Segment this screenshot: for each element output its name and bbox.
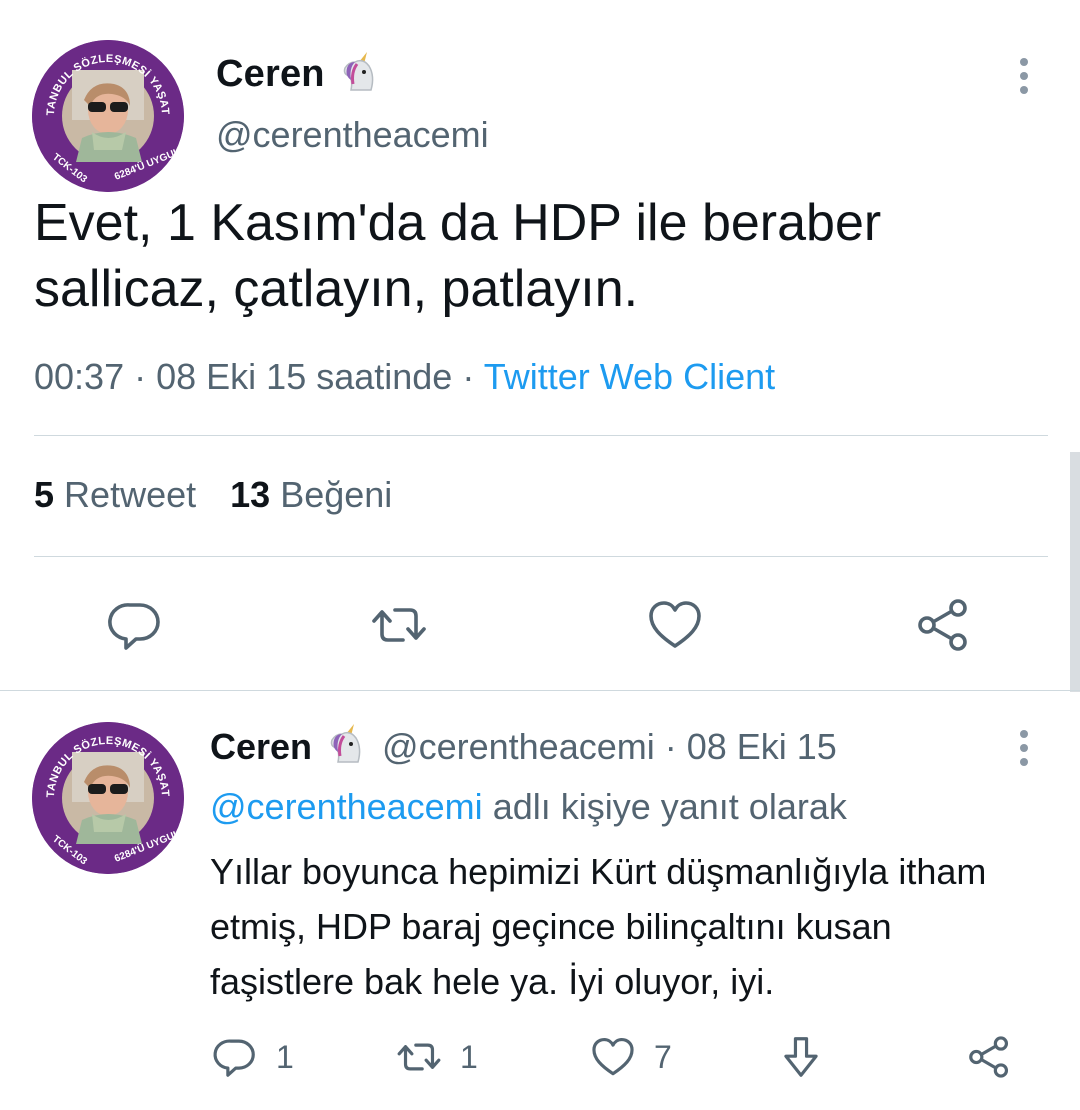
reply-button[interactable] xyxy=(106,596,164,654)
unicorn-icon xyxy=(337,50,381,99)
retweet-button[interactable] xyxy=(370,596,428,654)
reply-handle-date: @cerentheacemi · 08 Eki 15 xyxy=(382,725,837,767)
tweet-text: Evet, 1 Kasım'da da HDP ile beraber sall… xyxy=(34,194,882,318)
heart-icon xyxy=(592,1037,634,1076)
reply-download-button[interactable] xyxy=(778,1034,824,1080)
tweet-stats: 5 Retweet 13 Beğeni xyxy=(34,474,392,516)
reply-to-label: adlı kişiye yanıt olarak xyxy=(492,786,847,827)
reply-author-name[interactable]: Ceren xyxy=(210,726,312,768)
reply-to-mention[interactable]: @cerentheacemi xyxy=(210,786,483,827)
author-handle[interactable]: @cerentheacemi xyxy=(216,114,489,156)
share-icon xyxy=(918,599,967,651)
retweet-stat[interactable]: 5 Retweet xyxy=(34,474,196,515)
unicorn-icon xyxy=(324,722,368,771)
download-icon xyxy=(784,1037,818,1077)
reply-retweet-button[interactable]: 1 xyxy=(396,1034,478,1080)
retweet-icon xyxy=(397,1043,441,1071)
reply-handle[interactable]: @cerentheacemi xyxy=(382,726,655,767)
meta-dot: · xyxy=(134,356,157,397)
retweet-label: Retweet xyxy=(64,474,197,515)
author-row: Ceren xyxy=(216,50,381,99)
divider xyxy=(34,556,1048,557)
replying-to: @cerentheacemi adlı kişiye yanıt olarak xyxy=(210,786,847,828)
reply-avatar[interactable]: İSTANBUL SÖZLEŞMESİ YAŞATIR TCK-103 6284… xyxy=(32,722,184,874)
main-tweet: İSTANBUL SÖZLEŞMESİ YAŞATIR TCK-103 6284… xyxy=(0,0,1080,690)
scrollbar[interactable] xyxy=(1070,452,1080,692)
tweet-meta: 00:37 · 08 Eki 15 saatinde · Twitter Web… xyxy=(34,356,775,398)
retweet-count: 5 xyxy=(34,474,55,515)
more-vertical-icon[interactable] xyxy=(1020,730,1030,772)
like-count: 13 xyxy=(230,474,271,515)
retweet-icon xyxy=(372,608,426,642)
retweet-count: 1 xyxy=(460,1038,478,1075)
share-icon xyxy=(969,1036,1009,1078)
like-button[interactable] xyxy=(646,596,704,654)
like-label: Beğeni xyxy=(280,474,393,515)
reply-reply-button[interactable]: 1 xyxy=(212,1034,294,1080)
reply-author-row: Ceren @cerentheacemi · 08 Eki 15 xyxy=(210,722,837,771)
like-count: 7 xyxy=(654,1038,672,1075)
heart-icon xyxy=(649,601,701,648)
reply-like-button[interactable]: 7 xyxy=(590,1034,672,1080)
avatar[interactable]: İSTANBUL SÖZLEŞMESİ YAŞATIR TCK-103 6284… xyxy=(32,40,184,192)
reply-icon xyxy=(108,603,160,650)
like-stat[interactable]: 13 Beğeni xyxy=(230,474,392,515)
reply-tweet-text: Yıllar boyunca hepimizi Kürt düşmanlığıy… xyxy=(210,851,987,1002)
share-button[interactable] xyxy=(914,596,972,654)
avatar-image: İSTANBUL SÖZLEŞMESİ YAŞATIR TCK-103 6284… xyxy=(32,40,184,192)
divider xyxy=(34,435,1048,436)
tweet-separator xyxy=(0,690,1080,691)
reply-share-button[interactable] xyxy=(966,1034,1012,1080)
meta-dot: · xyxy=(462,356,484,397)
tweet-time[interactable]: 00:37 xyxy=(34,356,124,397)
more-vertical-icon[interactable] xyxy=(1020,58,1030,100)
author-name[interactable]: Ceren xyxy=(216,53,325,96)
tweet-date[interactable]: 08 Eki 15 saatinde xyxy=(156,356,452,397)
reply-count: 1 xyxy=(276,1038,294,1075)
tweet-client-link[interactable]: Twitter Web Client xyxy=(484,356,775,397)
reply-icon xyxy=(213,1039,255,1077)
avatar-image: İSTANBUL SÖZLEŞMESİ YAŞATIR TCK-103 6284… xyxy=(32,722,184,874)
reply-date[interactable]: 08 Eki 15 xyxy=(687,726,837,767)
